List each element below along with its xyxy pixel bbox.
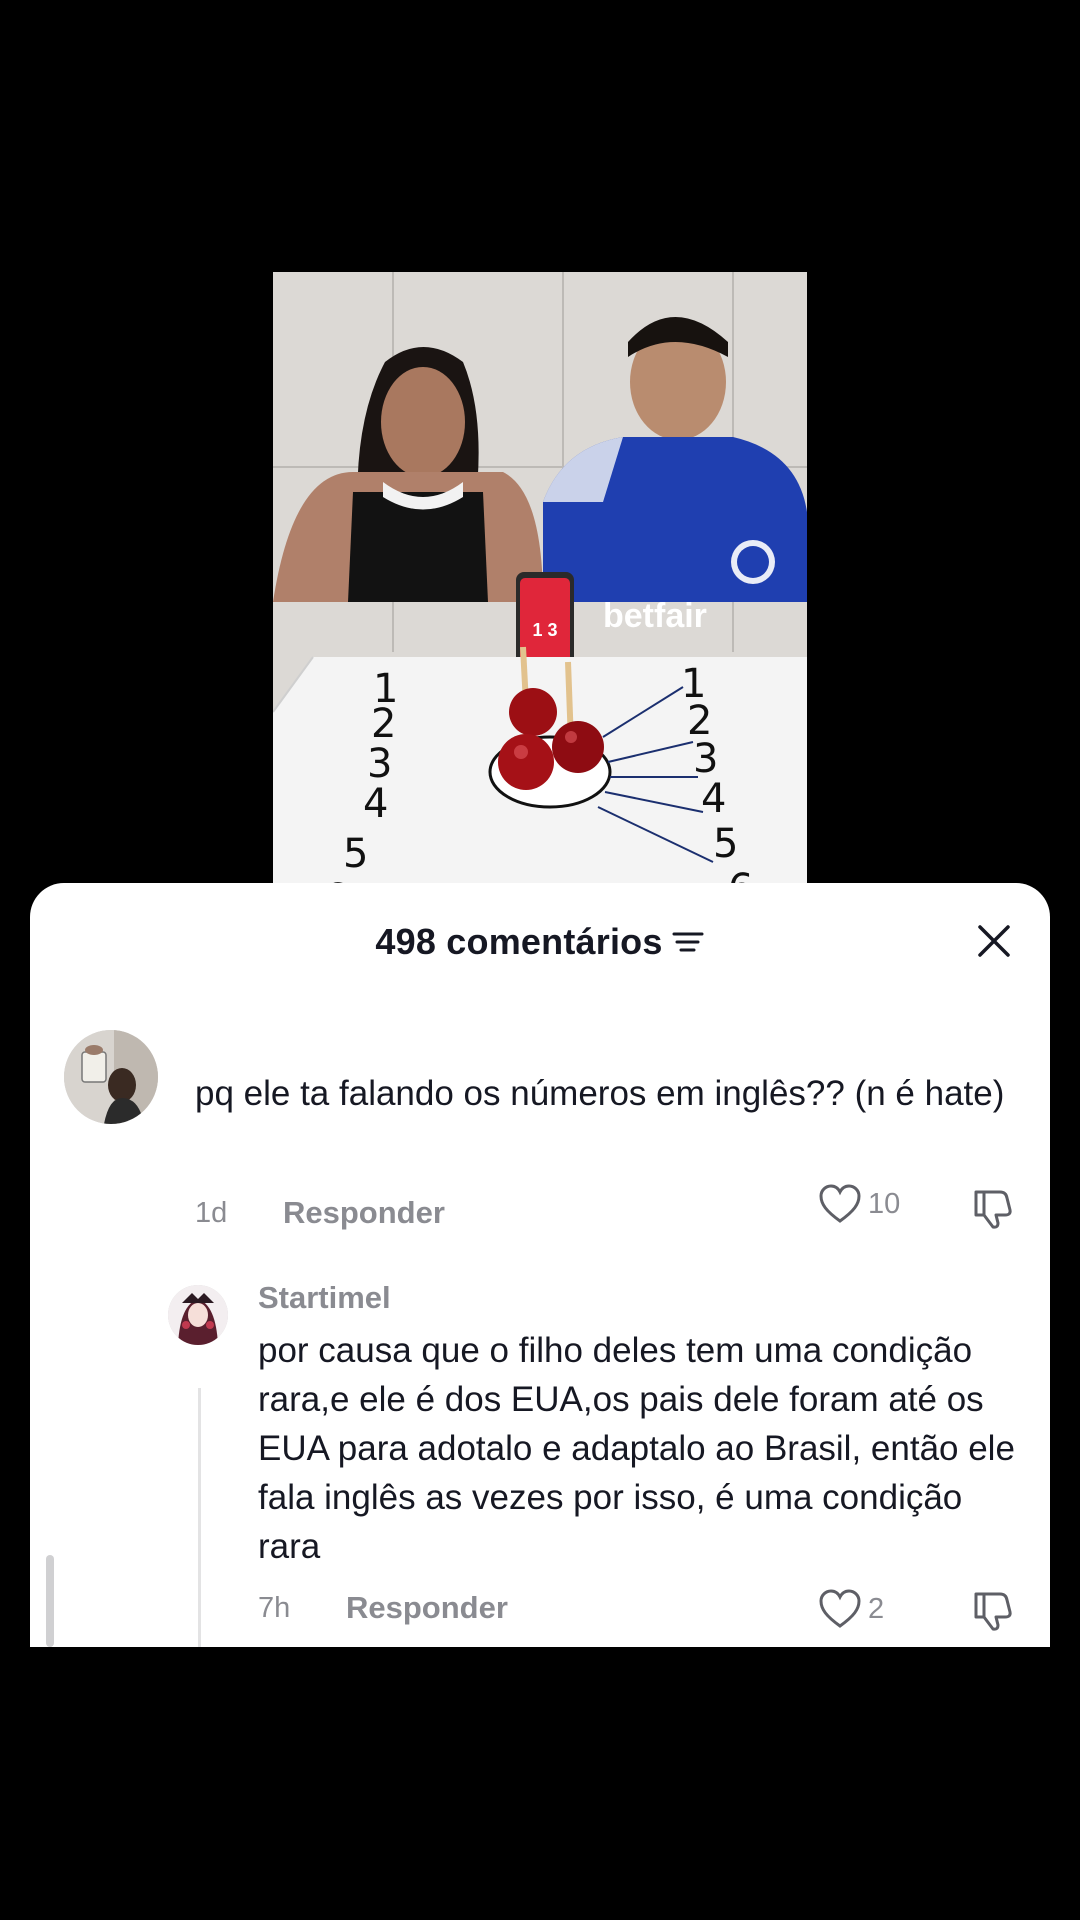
video-frame[interactable]: betfair 1 3 1 2 3 4 5 1 2 3 4 5 6 [273, 272, 807, 892]
left-number: 4 [363, 781, 388, 827]
reply-username[interactable]: Startimel [258, 1280, 391, 1316]
left-number: 5 [343, 831, 368, 877]
heart-icon [819, 1589, 861, 1628]
scrollbar[interactable] [46, 1555, 54, 1647]
comments-sheet: 498 comentários pq ele ta falando os núm… [30, 883, 1050, 1647]
right-number: 4 [701, 776, 726, 822]
avatar[interactable] [168, 1285, 228, 1345]
reply-item: Startimel por causa que o filho deles te… [30, 883, 1050, 1647]
like-button[interactable]: 2 [818, 1588, 884, 1630]
reply-text: por causa que o filho deles tem uma cond… [258, 1331, 1015, 1566]
phone-display: 1 3 [532, 620, 557, 640]
reply-meta: 7h Responder [258, 1583, 508, 1633]
thread-line [198, 1388, 201, 1647]
like-count: 2 [868, 1592, 885, 1625]
jersey-text: betfair [603, 597, 707, 635]
reply-time: 7h [258, 1591, 291, 1624]
screen: betfair 1 3 1 2 3 4 5 1 2 3 4 5 6 498 co… [0, 0, 1080, 1920]
dislike-icon[interactable] [970, 1588, 1016, 1634]
reply-button[interactable]: Responder [346, 1590, 508, 1626]
right-number: 5 [713, 821, 738, 867]
